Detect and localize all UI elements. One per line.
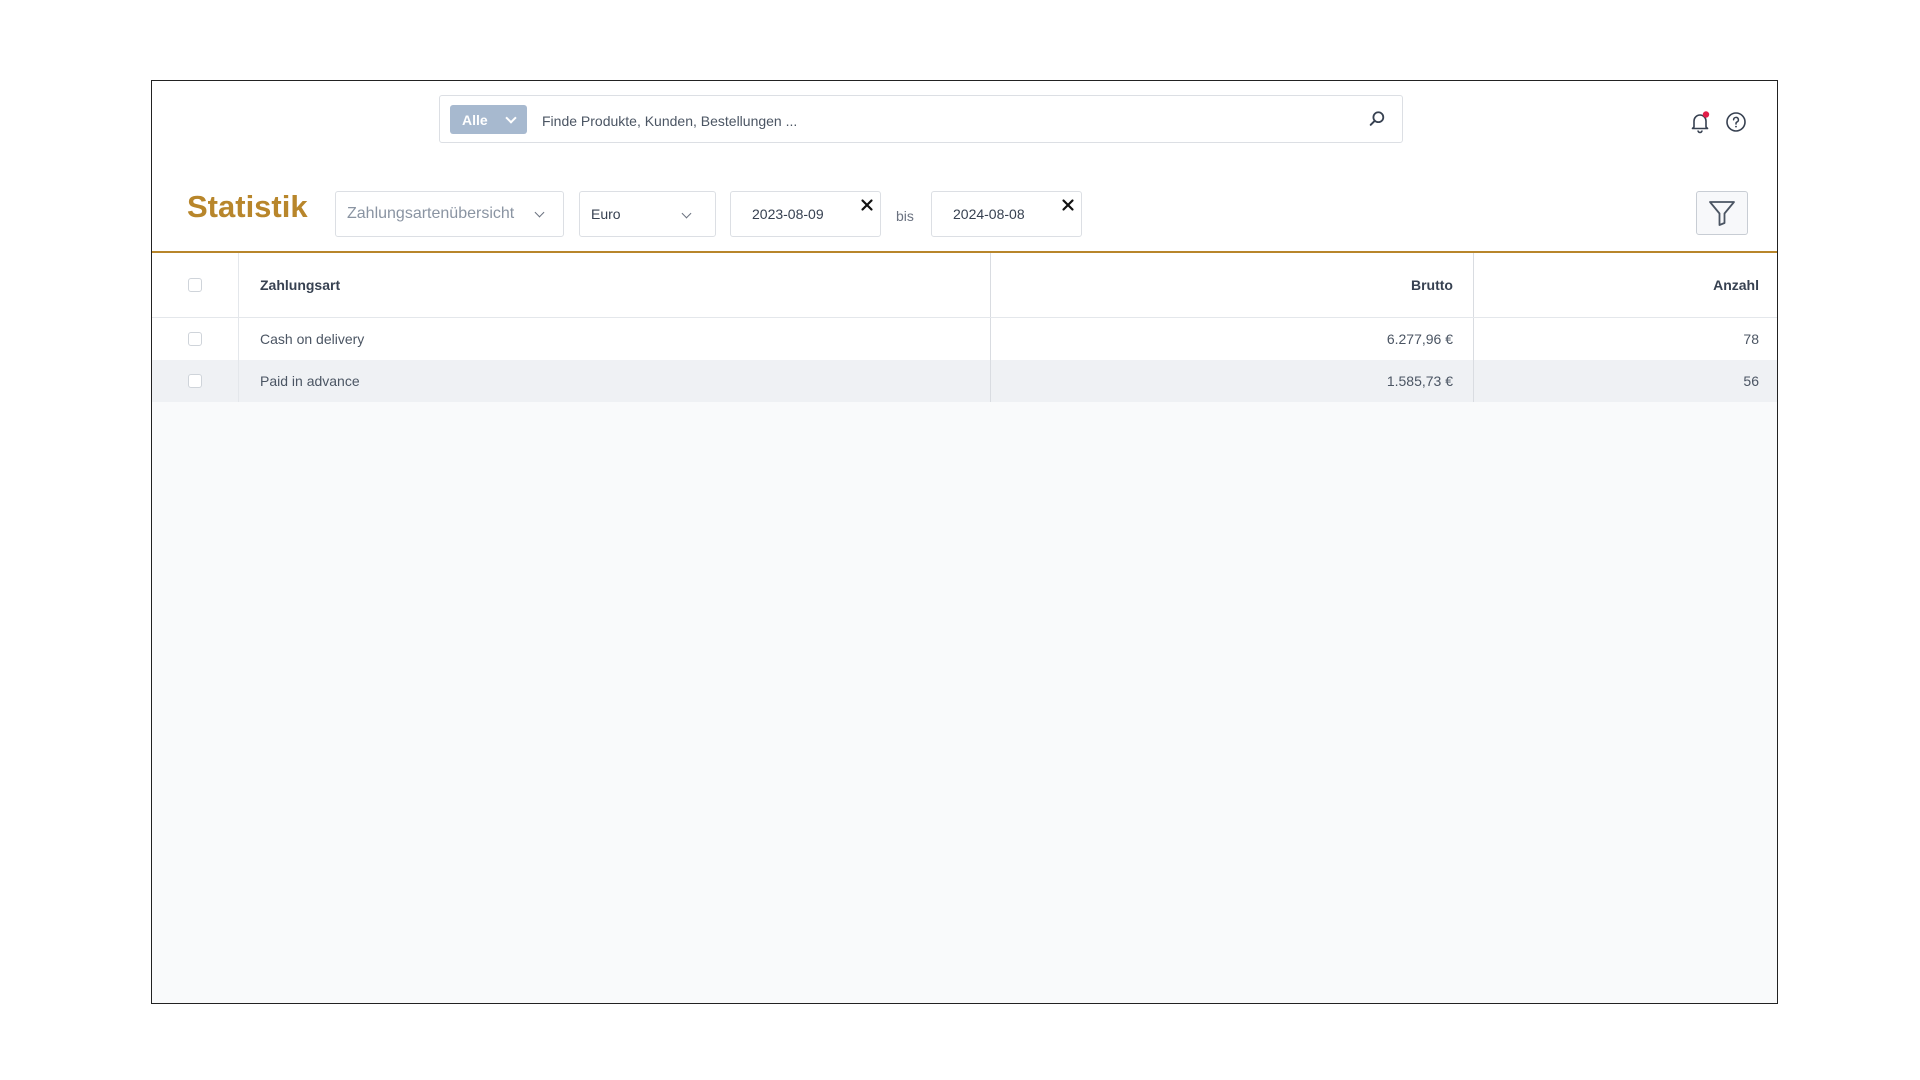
select-all-checkbox[interactable] (188, 278, 202, 292)
search-scope-label: Alle (462, 111, 488, 128)
global-search: Alle (439, 95, 1403, 143)
notification-dot (1702, 111, 1710, 118)
anzahl-cell: 56 (1743, 373, 1759, 389)
column-header-zahlungsart[interactable]: Zahlungsart (239, 253, 991, 317)
currency-value: Euro (591, 206, 621, 222)
chevron-down-icon (505, 112, 517, 124)
column-header-brutto[interactable]: Brutto (991, 253, 1474, 317)
date-to-field[interactable]: 2024-08-08 (931, 191, 1082, 237)
zahlungsart-cell: Cash on delivery (239, 318, 991, 360)
select-all-cell (152, 253, 239, 317)
brutto-cell: 6.277,96 € (991, 318, 1474, 360)
zahlungsart-cell: Paid in advance (239, 360, 991, 402)
search-icon[interactable] (1368, 110, 1386, 128)
search-scope-dropdown[interactable]: Alle (450, 105, 527, 134)
clear-date-to-icon[interactable] (1061, 198, 1075, 212)
anzahl-cell: 78 (1743, 331, 1759, 347)
row-select-cell (152, 360, 239, 402)
statistics-toolbar: Statistik Zahlungsartenübersicht Euro 20… (152, 161, 1777, 253)
table-row[interactable]: Cash on delivery 6.277,96 € 78 (152, 318, 1777, 360)
date-from-value: 2023-08-09 (752, 206, 824, 222)
date-to-value: 2024-08-08 (953, 206, 1025, 222)
help-icon[interactable] (1725, 111, 1747, 133)
table-header-row: Zahlungsart Brutto Anzahl (152, 253, 1777, 318)
chevron-down-icon (534, 207, 545, 218)
row-checkbox[interactable] (188, 332, 202, 346)
page-title: Statistik (187, 189, 308, 224)
brutto-cell: 1.585,73 € (991, 360, 1474, 402)
clear-date-from-icon[interactable] (860, 198, 874, 212)
app-window: Alle Statistik Zahlungsartenübersicht (151, 80, 1778, 1004)
row-select-cell (152, 318, 239, 360)
chevron-down-icon (681, 208, 692, 219)
column-header-anzahl[interactable]: Anzahl (1474, 253, 1777, 317)
row-checkbox[interactable] (188, 374, 202, 388)
top-bar: Alle (152, 81, 1777, 162)
date-range-separator: bis (896, 208, 914, 224)
filter-icon (1709, 201, 1735, 226)
report-type-select[interactable]: Zahlungsartenübersicht (335, 191, 564, 237)
date-from-field[interactable]: 2023-08-09 (730, 191, 881, 237)
search-input[interactable] (540, 106, 1344, 136)
report-type-value: Zahlungsartenübersicht (347, 205, 515, 222)
payment-statistics-table: Zahlungsart Brutto Anzahl Cash on delive… (152, 253, 1777, 402)
table-row[interactable]: Paid in advance 1.585,73 € 56 (152, 360, 1777, 402)
bell-icon[interactable] (1688, 110, 1712, 134)
currency-select[interactable]: Euro (579, 191, 716, 237)
filter-button[interactable] (1696, 191, 1748, 235)
